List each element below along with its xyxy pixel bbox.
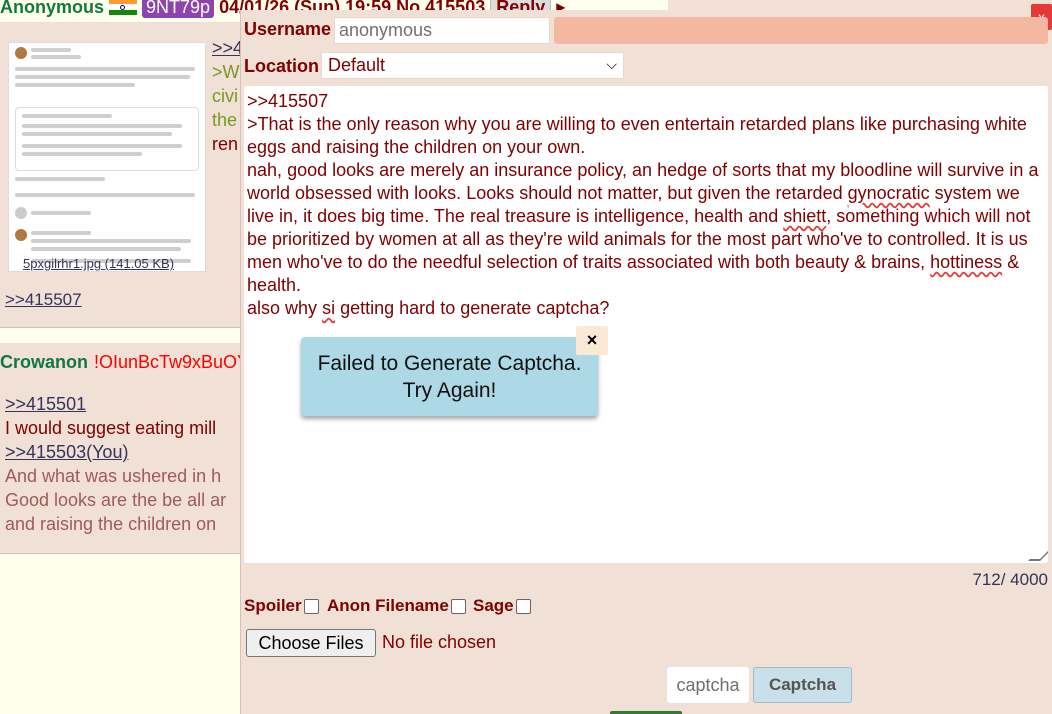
post-header: Crowanon !OIunBcTw9xBuOY [0, 352, 249, 373]
anon-filename-option: Anon Filename [327, 596, 466, 616]
status-bar [554, 17, 1048, 44]
peek-line-1[interactable]: >>4 [212, 38, 243, 59]
captcha-button[interactable]: Captcha [753, 667, 852, 703]
anon-filename-checkbox[interactable] [450, 598, 466, 614]
message-line: >That is the only reason why you are wil… [247, 114, 1032, 157]
spoiler-label: Spoiler [244, 596, 302, 615]
location-label: Location [244, 56, 319, 76]
quote-link-you[interactable]: >>415503(You) [5, 442, 128, 463]
peek-line-3: civi [212, 86, 238, 106]
username-label: Username [244, 19, 332, 39]
char-counter: 712/ 4000 [972, 570, 1048, 589]
adjacent-post-edge [668, 0, 1052, 10]
poster-id-badge[interactable]: 9NT79p [142, 0, 215, 18]
misspelled-word: hottiness [930, 252, 1003, 272]
poster-name: Anonymous [0, 0, 105, 17]
india-flag-icon [109, 0, 138, 16]
peek-line-4: the [212, 110, 238, 130]
username-input[interactable]: anonymous [334, 17, 550, 44]
choose-files-button[interactable]: Choose Files [246, 629, 376, 657]
location-select[interactable]: Default ⌵ [321, 52, 624, 79]
poster-name: Crowanon [0, 352, 88, 372]
popup-message-line: Failed to Generate Captcha. [317, 351, 582, 375]
misspelled-word: shiett [783, 206, 827, 226]
popup-message-line: Try Again! [402, 378, 497, 402]
post-text-line: I would suggest eating mill [5, 418, 217, 438]
post-text-line: And what was ushered in h [5, 466, 222, 486]
quote-link[interactable]: >>415501 [5, 394, 86, 415]
anon-filename-label: Anon Filename [327, 596, 449, 615]
message-line: >>415507 [247, 91, 329, 111]
post-thumbnail[interactable] [8, 42, 206, 272]
misspelled-word: si [322, 298, 336, 318]
file-status: No file chosen [382, 632, 497, 652]
reply-post-crowanon: Crowanon !OIunBcTw9xBuOY >>415501 I would… [0, 343, 249, 554]
sage-checkbox[interactable] [515, 598, 531, 614]
spoiler-option: Spoiler [244, 596, 319, 616]
resize-handle[interactable] [1028, 549, 1048, 561]
peek-line-5: ren [212, 134, 239, 154]
quote-link[interactable]: >>415507 [5, 290, 82, 310]
tripcode: !OIunBcTw9xBuOY [94, 352, 250, 372]
peek-line-2: >W [212, 62, 240, 82]
sage-label: Sage [473, 596, 514, 615]
chevron-down-icon: ⌵ [606, 56, 617, 72]
message-line: also why si getting hard to generate cap… [247, 298, 610, 318]
close-icon[interactable]: × [576, 326, 608, 355]
file-name-link[interactable]: 5pxgilrhr1.jpg (141.05 KB) [23, 256, 174, 271]
sage-option: Sage [473, 596, 531, 616]
location-value: Default [328, 55, 386, 75]
misspelled-word: gynocratic [847, 183, 930, 203]
spoiler-checkbox[interactable] [303, 598, 319, 614]
reply-post: 5pxgilrhr1.jpg (141.05 KB) >>415507 [0, 22, 241, 328]
message-line: nah, good looks are merely an insurance … [247, 160, 1039, 295]
message-textarea[interactable]: >>415507 >That is the only reason why yo… [244, 86, 1048, 563]
post-text-line: and raising the children on [5, 514, 217, 534]
post-text-line: Good looks are the be all ar [5, 490, 227, 510]
captcha-input[interactable]: captcha [667, 667, 749, 703]
captcha-error-popup: Failed to Generate Captcha. Try Again! [301, 337, 598, 416]
